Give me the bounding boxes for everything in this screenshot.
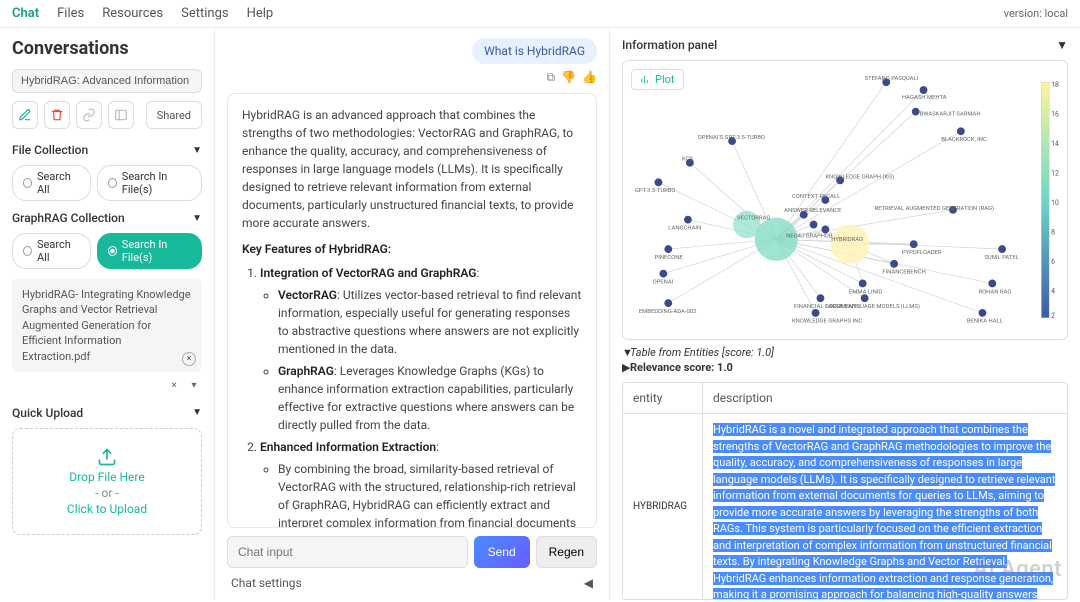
file-collection-header[interactable]: File Collection ▼ [12, 143, 202, 157]
svg-text:LANGCHAIN: LANGCHAIN [668, 225, 701, 231]
chevron-left-icon: ◀ [584, 576, 593, 590]
knowledge-graph[interactable]: STEFANO PASQUALI HAGASH MEHTA BWASKARJIT… [629, 67, 1061, 333]
file-search-all[interactable]: Search All [12, 165, 91, 201]
link-icon[interactable] [76, 101, 102, 129]
svg-text:RETRIEVAL AUGMENTED GENERATION: RETRIEVAL AUGMENTED GENERATION (RAG) [874, 205, 994, 212]
copy-icon[interactable]: ⧉ [547, 70, 556, 85]
drop-file-label: Drop File Here [21, 470, 193, 484]
info-panel: Information panel ▼ Plot [610, 28, 1080, 600]
panel-icon[interactable] [108, 101, 134, 129]
thumbs-down-icon[interactable]: 👎 [561, 70, 576, 85]
entity-cell: HYBRIDRAG [623, 414, 703, 599]
svg-text:HYBRIDRAG: HYBRIDRAG [831, 237, 863, 243]
tab-resources[interactable]: Resources [102, 6, 163, 21]
send-button[interactable]: Send [474, 536, 530, 568]
conversations-title: Conversations [12, 38, 202, 59]
svg-text:ROHAN RAO: ROHAN RAO [979, 289, 1012, 295]
graphrag-collection-header[interactable]: GraphRAG Collection ▼ [12, 211, 202, 225]
svg-text:6: 6 [1051, 258, 1055, 266]
tab-files[interactable]: Files [57, 6, 84, 21]
svg-text:10: 10 [1051, 199, 1059, 207]
svg-text:FINANCEBENCH: FINANCEBENCH [882, 270, 925, 276]
graphrag-search-all[interactable]: Search All [12, 233, 91, 269]
file-close-icon[interactable]: × [166, 378, 182, 394]
svg-text:KCS: KCS [682, 157, 693, 163]
svg-text:EMBEDDING-ADA-002: EMBEDDING-ADA-002 [639, 309, 697, 315]
svg-text:14: 14 [1051, 140, 1059, 148]
version-label: version: local [1004, 7, 1068, 20]
file-collection-title: File Collection [12, 143, 88, 157]
tab-chat[interactable]: Chat [12, 6, 39, 21]
svg-text:BWASKARJIT SARMAH: BWASKARJIT SARMAH [920, 112, 981, 118]
topbar-tabs: Chat Files Resources Settings Help [12, 6, 273, 21]
svg-text:16: 16 [1051, 111, 1059, 119]
svg-text:KNOWLEDGE GRAPHS INC: KNOWLEDGE GRAPHS INC [792, 319, 862, 325]
svg-text:CONTEXT RECALL: CONTEXT RECALL [792, 194, 841, 200]
col-description: description [703, 383, 783, 413]
thumbs-up-icon[interactable]: 👍 [582, 70, 597, 85]
entity-table: entity description HYBRIDRAG HybridRAG i… [622, 382, 1068, 600]
selected-file[interactable]: HybridRAG- Integrating Knowledge Graphs … [12, 279, 202, 372]
file-dropdown-icon[interactable]: ▾ [186, 378, 202, 394]
col-entity: entity [623, 383, 703, 413]
chat-input[interactable] [227, 536, 468, 568]
svg-text:PYPDFLOADER: PYPDFLOADER [902, 250, 942, 256]
svg-text:SUNIL PATEL: SUNIL PATEL [984, 255, 1019, 261]
conversation-name-input[interactable] [12, 69, 202, 93]
chat-panel: What is HybridRAG ⧉ 👎 👍 HybridRAG is an … [215, 28, 610, 600]
svg-text:VECTORRAG: VECTORRAG [737, 216, 770, 222]
svg-text:2: 2 [1051, 312, 1055, 320]
regen-button[interactable]: Regen [536, 536, 597, 568]
chart-icon [640, 74, 651, 85]
svg-text:12: 12 [1051, 169, 1059, 177]
svg-text:ANSWER RELEVANCE: ANSWER RELEVANCE [784, 208, 842, 214]
chevron-down-icon: ▼ [192, 213, 202, 224]
remove-file-icon[interactable]: × [182, 352, 196, 366]
chat-settings-toggle[interactable]: Chat settings◀ [227, 568, 597, 590]
graph-plot[interactable]: Plot [622, 60, 1068, 340]
svg-text:PINECONE: PINECONE [655, 255, 684, 261]
info-panel-title: Information panel [622, 38, 717, 52]
svg-text:8: 8 [1051, 228, 1055, 236]
click-upload-label: Click to Upload [21, 502, 193, 516]
user-message: What is HybridRAG [472, 38, 597, 64]
table-row: HYBRIDRAG HybridRAG is a novel and integ… [623, 414, 1067, 599]
quick-upload-header[interactable]: Quick Upload ▼ [12, 406, 202, 420]
svg-text:18: 18 [1051, 81, 1059, 89]
tab-help[interactable]: Help [247, 6, 274, 21]
svg-text:BLACKROCK, INC.: BLACKROCK, INC. [941, 137, 989, 143]
table-meta: ▼Table from Entities [score: 1.0] ▶Relev… [622, 346, 1068, 376]
chevron-down-icon: ▼ [192, 407, 202, 418]
svg-text:GPT-3.5-TURBO: GPT-3.5-TURBO [635, 188, 676, 194]
svg-text:OPENAI: OPENAI [653, 279, 674, 285]
description-cell: HybridRAG is a novel and integrated appr… [703, 414, 1067, 599]
svg-text:OPENAI'S GPT-3.5-TURBO: OPENAI'S GPT-3.5-TURBO [698, 135, 765, 141]
svg-text:NEO4J GRAPHDB: NEO4J GRAPHDB [786, 233, 833, 239]
upload-dropzone[interactable]: Drop File Here - or - Click to Upload [12, 428, 202, 535]
svg-text:BENIKA HALL: BENIKA HALL [967, 319, 1004, 325]
sidebar: Conversations Shared File Collection ▼ S… [0, 28, 215, 600]
graphrag-search-in-files[interactable]: Search In File(s) [97, 233, 202, 269]
svg-text:STEFANO PASQUALI: STEFANO PASQUALI [865, 76, 919, 82]
svg-text:EMMA LINID: EMMA LINID [849, 289, 882, 295]
or-label: - or - [21, 486, 193, 500]
chevron-down-icon: ▼ [192, 145, 202, 156]
tab-settings[interactable]: Settings [181, 6, 228, 21]
svg-text:KNOWLEDGE GRAPH (KG): KNOWLEDGE GRAPH (KG) [825, 173, 894, 180]
chevron-down-icon[interactable]: ▼ [1056, 38, 1068, 52]
upload-icon [97, 447, 117, 467]
assistant-message: HybridRAG is an advanced approach that c… [227, 93, 597, 528]
topbar: Chat Files Resources Settings Help versi… [0, 0, 1080, 28]
shared-button[interactable]: Shared [146, 101, 202, 129]
edit-icon[interactable] [12, 101, 38, 129]
plot-button[interactable]: Plot [631, 69, 684, 90]
graphrag-collection-title: GraphRAG Collection [12, 211, 125, 225]
svg-text:HAGASH MEHTA: HAGASH MEHTA [902, 95, 947, 101]
file-search-in-files[interactable]: Search In File(s) [97, 165, 202, 201]
quick-upload-title: Quick Upload [12, 406, 83, 420]
delete-icon[interactable] [44, 101, 70, 129]
svg-text:FINANCIAL DOCUMENTS: FINANCIAL DOCUMENTS [794, 304, 861, 310]
svg-text:4: 4 [1051, 287, 1055, 295]
